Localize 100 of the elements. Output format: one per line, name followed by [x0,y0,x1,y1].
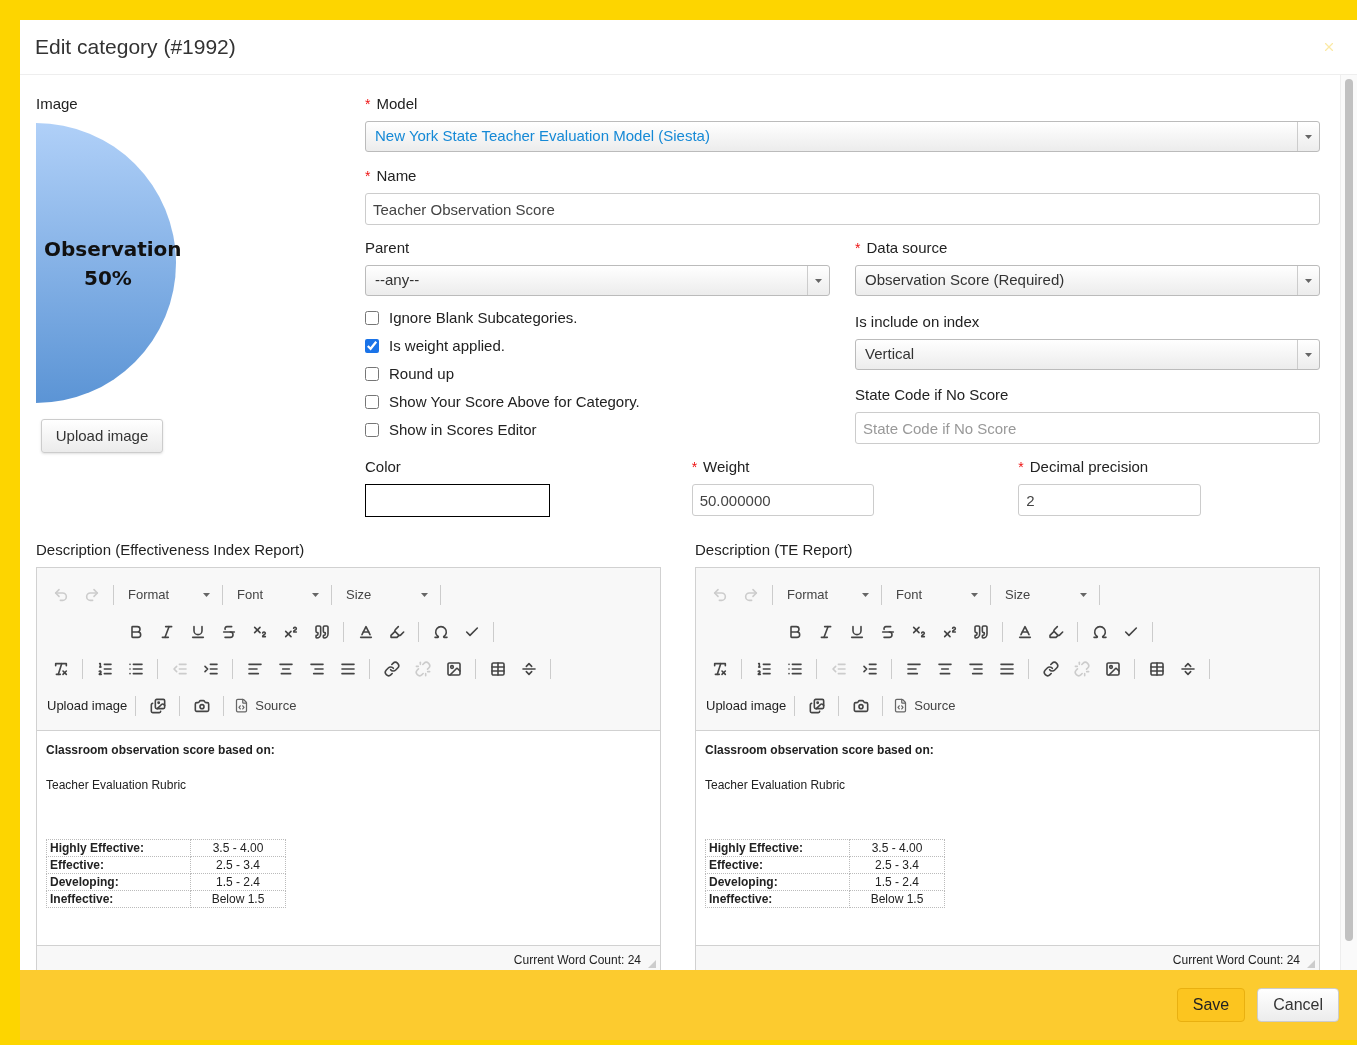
quote-icon[interactable] [313,623,330,640]
resize-grip-icon[interactable] [648,960,656,968]
camera-icon[interactable] [193,697,210,714]
caret-icon [421,592,428,597]
parent-select[interactable]: --any-- [365,265,830,296]
index-select[interactable]: Vertical [855,339,1320,370]
table-cell: Developing: [705,873,850,891]
strikethrough-icon[interactable] [879,623,896,640]
model-select[interactable]: New York State Teacher Evaluation Model (Siesta) [365,121,1320,152]
underline-icon[interactable] [189,623,206,640]
field-label: Model [376,93,418,114]
horizontal-line-icon[interactable] [1179,660,1196,677]
field-label: Is include on index [855,311,980,332]
field-label: Image [36,93,78,114]
required-marker: * [365,166,371,186]
upload-image-button[interactable]: Upload image [41,419,163,453]
table-cell: Below 1.5 [190,890,286,908]
upload-image-button[interactable]: Upload image [45,695,130,716]
image-icon[interactable] [1104,660,1121,677]
color-field[interactable] [365,484,550,517]
table-cell: 3.5 - 4.00 [849,839,945,857]
font-dropdown[interactable]: Font [229,583,325,606]
checkbox-label: Is weight applied. [389,335,505,356]
table-cell: Effective: [46,856,191,874]
file-code-icon [893,698,909,713]
state-code-input[interactable]: State Code if No Score [855,412,1320,444]
caret-icon [312,592,319,597]
name-input[interactable]: Teacher Observation Score [365,193,1320,225]
image-icon[interactable] [445,660,462,677]
omega-icon[interactable] [432,623,449,640]
horizontal-line-icon[interactable] [520,660,537,677]
field-label: Name [376,165,417,186]
quote-icon[interactable] [972,623,989,640]
images-icon[interactable] [149,697,166,714]
table-icon[interactable] [489,660,506,677]
dialog-title: Edit category (#1992) [35,34,236,61]
table-cell: 1.5 - 2.4 [190,873,286,891]
field-label: Color [365,456,401,477]
caret-icon [862,592,869,597]
remove-format-icon[interactable] [52,660,69,677]
resize-grip-icon[interactable] [1307,960,1315,968]
format-dropdown[interactable]: Format [779,583,875,606]
strikethrough-icon[interactable] [220,623,237,640]
checkbox[interactable] [365,311,379,325]
link-icon[interactable] [1042,660,1059,677]
word-count: Current Word Count: 24 [1172,952,1300,969]
text-color-icon[interactable] [357,623,374,640]
caret-icon [1305,278,1312,283]
field-label: State Code if No Score [855,384,1009,405]
caret-icon [815,278,822,283]
scrollbar[interactable] [1340,75,1357,970]
size-dropdown[interactable]: Size [338,583,434,606]
remove-format-icon[interactable] [711,660,728,677]
save-button[interactable]: Save [1176,988,1246,1022]
background-color-icon[interactable] [1047,623,1064,640]
table-cell: Effective: [705,856,850,874]
upload-image-button[interactable]: Upload image [704,695,789,716]
caret-icon [1080,592,1087,597]
checkbox[interactable] [365,339,379,353]
link-icon[interactable] [383,660,400,677]
table-cell: 3.5 - 4.00 [190,839,286,857]
required-marker: * [1018,457,1024,477]
table-cell: 1.5 - 2.4 [849,873,945,891]
table-cell: Developing: [46,873,191,891]
weight-input[interactable]: 50.000000 [691,484,874,516]
source-button[interactable]: Source [230,695,301,716]
format-dropdown[interactable]: Format [120,583,216,606]
table-cell: 2.5 - 3.4 [190,856,286,874]
table-cell: Below 1.5 [849,890,945,908]
field-label: Data source [866,237,948,258]
table-cell: Ineffective: [705,890,850,908]
table-cell: 2.5 - 3.4 [849,856,945,874]
decimal-precision-input[interactable]: 2 [1018,484,1202,516]
table-cell: Highly Effective: [46,839,191,857]
table-icon[interactable] [1148,660,1165,677]
numbered-list-icon[interactable] [96,660,113,677]
data-source-select[interactable]: Observation Score (Required) [855,265,1320,296]
font-dropdown[interactable]: Font [888,583,984,606]
word-count: Current Word Count: 24 [513,952,641,969]
caret-icon [1305,134,1312,139]
numbered-list-icon[interactable] [755,660,772,677]
background-color-icon[interactable] [388,623,405,640]
size-dropdown[interactable]: Size [997,583,1093,606]
content-text: Teacher Evaluation Rubric [705,777,847,794]
checkbox-label: Show Your Score Above for Category. [389,391,640,412]
images-icon[interactable] [808,697,825,714]
text-color-icon[interactable] [1016,623,1033,640]
caret-icon [971,592,978,597]
caret-icon [203,592,210,597]
underline-icon[interactable] [848,623,865,640]
field-label: Weight [703,456,750,477]
pie-value: 50% [84,265,132,292]
checkbox[interactable] [365,395,379,409]
omega-icon[interactable] [1091,623,1108,640]
camera-icon[interactable] [852,697,869,714]
source-button[interactable]: Source [889,695,960,716]
cancel-button[interactable]: Cancel [1257,988,1339,1022]
required-marker: * [365,94,371,114]
checkbox[interactable] [365,423,379,437]
checkbox[interactable] [365,367,379,381]
